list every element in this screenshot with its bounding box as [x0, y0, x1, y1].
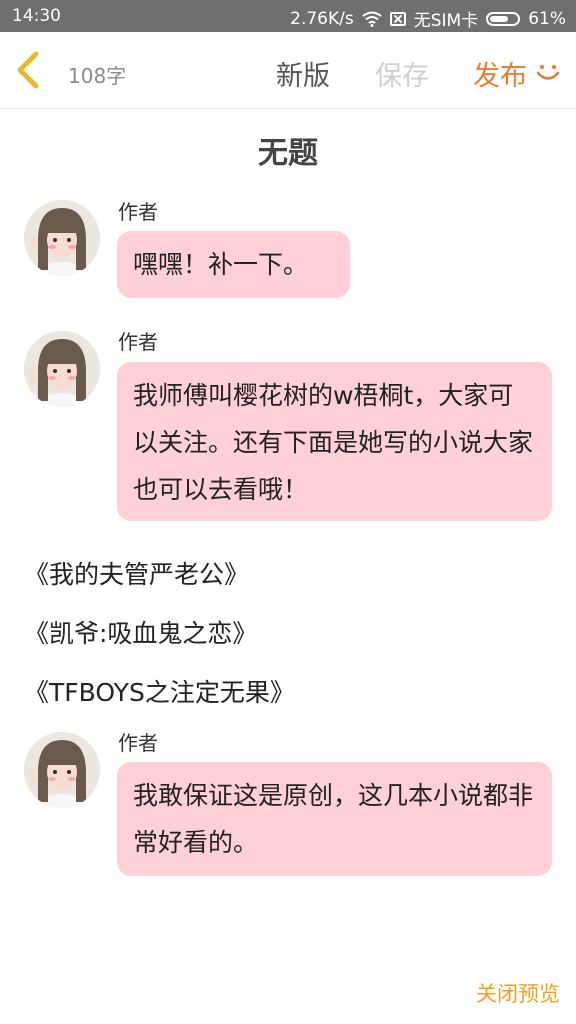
smile-icon[interactable] — [534, 58, 562, 86]
sim-status: 无SIM卡 — [413, 11, 479, 31]
status-time: 14:30 — [12, 6, 61, 26]
no-sim-icon — [389, 11, 406, 26]
message-bubble: 我敢保证这是原创，这几本小说都非常好看的。 — [117, 762, 552, 876]
publish-button[interactable]: 发布 — [473, 54, 527, 93]
word-count: 108字 — [68, 64, 127, 88]
status-bar: 14:30 2.76K/s 无SIM卡 61% — [0, 0, 576, 32]
editor-toolbar: 108字 新版 保存 发布 — [0, 32, 576, 109]
novel-title: 《凯爷:吸血鬼之恋》 — [24, 619, 258, 648]
article-title: 无题 — [258, 136, 318, 171]
novel-title: 《TFBOYS之注定无果》 — [24, 678, 295, 707]
battery-icon — [486, 11, 521, 26]
author-avatar[interactable] — [24, 200, 100, 276]
battery-percent: 61% — [528, 8, 566, 29]
new-version-button[interactable]: 新版 — [276, 54, 330, 93]
close-preview-button[interactable]: 关闭预览 — [476, 978, 560, 1008]
novel-title: 《我的夫管严老公》 — [24, 560, 250, 589]
message-bubble: 我师傅叫樱花树的w梧桐t，大家可以关注。还有下面是她写的小说大家也可以去看哦！ — [117, 362, 552, 521]
author-avatar[interactable] — [24, 331, 100, 407]
author-avatar[interactable] — [24, 732, 100, 808]
network-speed: 2.76K/s — [290, 8, 354, 29]
author-label: 作者 — [118, 731, 158, 755]
back-arrow-icon[interactable] — [12, 50, 48, 90]
author-label: 作者 — [118, 330, 158, 354]
status-right: 2.76K/s 无SIM卡 61% — [290, 6, 566, 32]
message-bubble: 嘿嘿！补一下。 — [117, 231, 350, 298]
save-button[interactable]: 保存 — [375, 54, 429, 93]
wifi-icon — [362, 11, 382, 27]
author-label: 作者 — [118, 200, 158, 224]
